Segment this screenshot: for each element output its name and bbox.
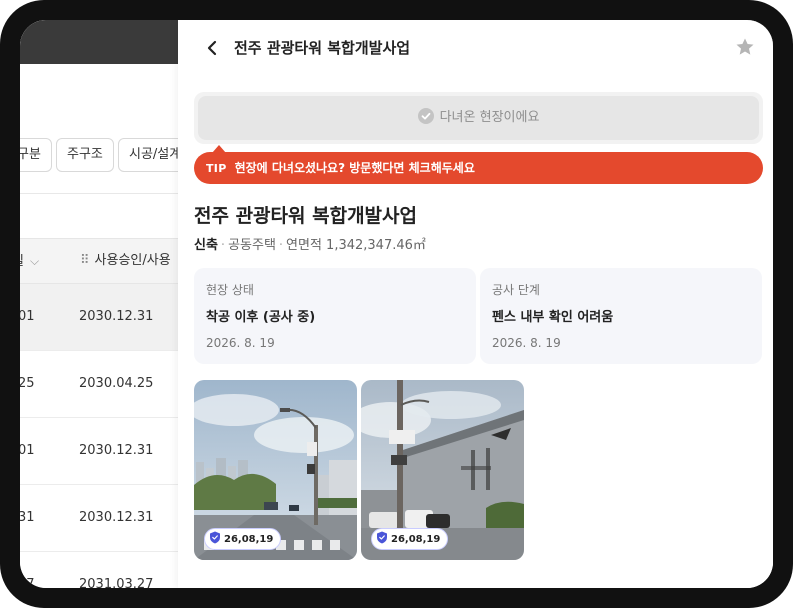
card-label: 공사 단계: [492, 283, 540, 297]
date-stamp-text: 26,08,19: [391, 534, 441, 545]
visited-toggle-container: 다녀온 현장이에요: [194, 92, 763, 144]
panel-header: 전주 관광타워 복합개발사업: [178, 20, 773, 78]
date-stamp: 26,08,19: [204, 528, 282, 550]
column-header-date[interactable]: 일⌵: [20, 239, 39, 284]
visited-button[interactable]: 다녀온 현장이에요: [198, 96, 759, 140]
table-cell: 01: [20, 309, 35, 324]
table-cell: 2030.12.31: [79, 309, 154, 324]
tip-tag: TIP: [206, 162, 227, 175]
date-stamp-text: 26,08,19: [224, 534, 274, 545]
panel-title: 전주 관광타워 복합개발사업: [234, 39, 411, 57]
construction-type-badge: 신축: [194, 238, 218, 253]
table-cell: 31: [20, 510, 35, 525]
site-name: 전주 관광타워 복합개발사업: [194, 205, 417, 227]
card-value: 착공 이후 (공사 중): [206, 310, 316, 325]
site-photo-1[interactable]: 26,08,19: [194, 380, 357, 560]
column-header-date-label: 일: [20, 254, 24, 269]
card-date: 2026. 8. 19: [492, 336, 561, 350]
date-stamp: 26,08,19: [371, 528, 449, 550]
table-cell: 01: [20, 443, 35, 458]
chevron-down-icon: ⌵: [29, 254, 40, 268]
visited-label: 다녀온 현장이에요: [439, 110, 540, 125]
tip-banner: TIP 현장에 다녀오셨나요? 방문했다면 체크해두세요: [194, 152, 763, 184]
back-icon[interactable]: [202, 34, 222, 62]
floor-area: 연면적 1,342,347.46㎡: [286, 238, 426, 253]
table-cell: 2030.12.31: [79, 510, 154, 525]
screen: 구분 주구조 시공/설계 일⌵ ⠿사용승인/사용 01 2030.12.31 2…: [20, 20, 773, 588]
shield-icon: [210, 531, 220, 544]
tip-text: 현장에 다녀오셨나요? 방문했다면 체크해두세요: [234, 161, 475, 175]
device-frame: 구분 주구조 시공/설계 일⌵ ⠿사용승인/사용 01 2030.12.31 2…: [0, 0, 793, 608]
site-detail-panel: 전주 관광타워 복합개발사업 다녀온 현장이에요 TIP 현장에 다녀오셨나요? …: [178, 20, 773, 588]
shield-icon: [377, 531, 387, 544]
filter-chip-category[interactable]: 구분: [20, 138, 52, 172]
star-icon[interactable]: [735, 37, 755, 57]
building-type: 공동주택: [228, 238, 276, 253]
site-status-card: 현장 상태 착공 이후 (공사 중) 2026. 8. 19: [194, 268, 476, 364]
card-label: 현장 상태: [206, 283, 254, 297]
check-circle-icon: [417, 108, 434, 124]
table-cell: 2030.12.31: [79, 443, 154, 458]
card-value: 펜스 내부 확인 어려움: [492, 310, 614, 325]
table-cell: 2030.04.25: [79, 376, 154, 391]
card-date: 2026. 8. 19: [206, 336, 275, 350]
grip-icon: ⠿: [80, 253, 89, 268]
site-meta: 신축 · 공동주택 · 연면적 1,342,347.46㎡: [194, 238, 426, 253]
table-cell: 25: [20, 376, 35, 391]
site-photo-2[interactable]: 26,08,19: [361, 380, 524, 560]
table-cell: 2031.03.27: [79, 577, 154, 588]
table-cell: 27: [20, 577, 35, 588]
column-header-approval-label: 사용승인/사용: [94, 253, 171, 268]
filter-chip-structure[interactable]: 주구조: [56, 138, 114, 172]
construction-stage-card: 공사 단계 펜스 내부 확인 어려움 2026. 8. 19: [480, 268, 762, 364]
column-header-approval[interactable]: ⠿ 사용승인/사용: [80, 239, 171, 283]
